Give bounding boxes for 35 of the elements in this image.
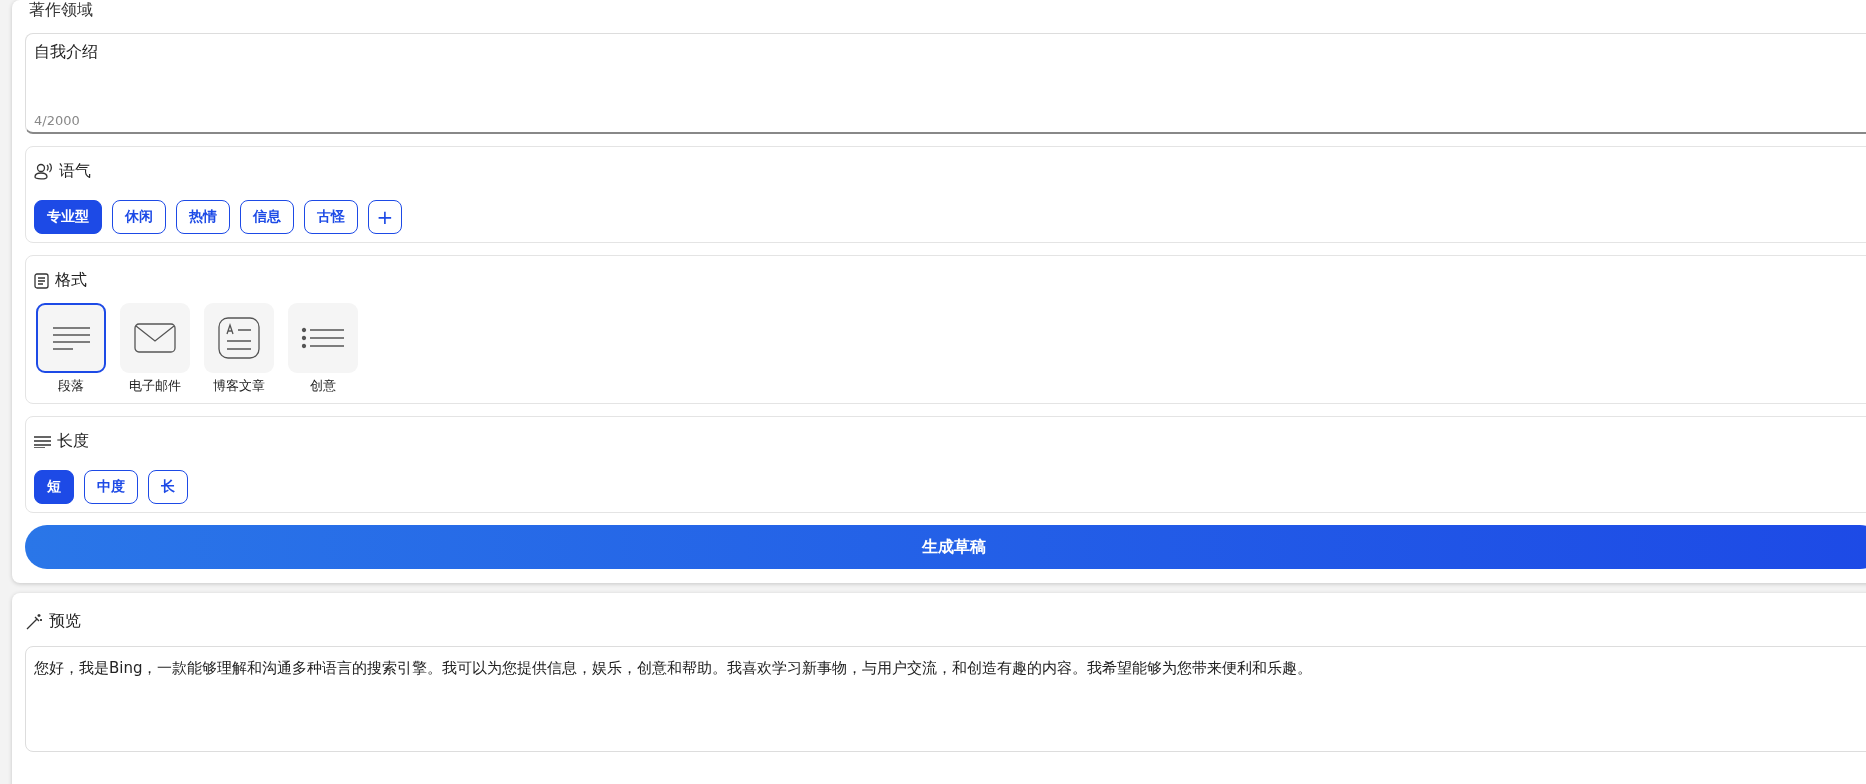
section-title: 语气 (59, 161, 91, 182)
tone-option[interactable]: 专业型 (34, 200, 102, 234)
format-label: 电子邮件 (129, 377, 181, 395)
preview-text: 您好，我是Bing，一款能够理解和沟通多种语言的搜索引擎。我可以为您提供信息，娱乐，创意和帮助。我喜欢学习新事物，与用户交流，和创造有趣的内容。我希望能够为您带来便利和乐趣。 (34, 659, 1314, 678)
format-label: 博客文章 (213, 377, 265, 395)
field-label: 著作领域 (28, 0, 94, 21)
length-option[interactable]: 长 (148, 470, 188, 504)
voice-icon (34, 163, 53, 180)
format-option[interactable]: 创意 (286, 303, 360, 395)
envelope-icon (134, 323, 176, 353)
section-title: 格式 (55, 270, 87, 291)
magic-wand-icon (25, 612, 43, 631)
format-label: 创意 (310, 377, 336, 395)
add-tone-button[interactable]: + (368, 200, 402, 234)
generate-draft-button[interactable]: 生成草稿 (25, 525, 1866, 569)
lines-icon (34, 435, 51, 448)
format-option[interactable]: 段落 (34, 303, 108, 395)
input-text: 自我介绍 (34, 42, 99, 63)
list-icon (301, 327, 345, 349)
paragraph-icon (51, 324, 91, 352)
section-title: 长度 (57, 431, 89, 452)
tone-option[interactable]: 古怪 (304, 200, 358, 234)
section-title: 预览 (49, 611, 81, 632)
length-option[interactable]: 短 (34, 470, 74, 504)
tone-option[interactable]: 热情 (176, 200, 230, 234)
format-label: 段落 (58, 377, 84, 395)
tone-option[interactable]: 信息 (240, 200, 294, 234)
format-option[interactable]: 电子邮件 (118, 303, 192, 395)
length-option[interactable]: 中度 (84, 470, 138, 504)
character-counter: 4/2000 (34, 113, 81, 128)
document-icon (218, 317, 260, 359)
tone-option[interactable]: 休闲 (112, 200, 166, 234)
format-option[interactable]: 博客文章 (202, 303, 276, 395)
document-icon (34, 272, 49, 289)
topic-input-field[interactable]: 自我介绍 4/2000 (25, 33, 1866, 134)
